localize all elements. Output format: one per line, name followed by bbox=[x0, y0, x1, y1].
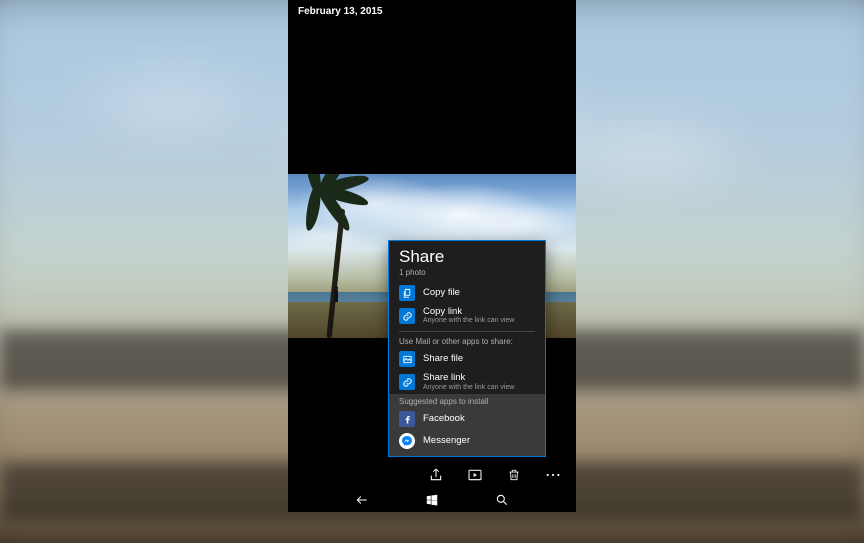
share-file-row[interactable]: Share file bbox=[389, 348, 545, 370]
share-header: Share 1 photo bbox=[389, 241, 545, 282]
photo-date: February 13, 2015 bbox=[298, 6, 383, 17]
share-link-icon bbox=[399, 374, 415, 390]
palm-tree bbox=[302, 182, 382, 338]
app-bar bbox=[288, 462, 576, 488]
copy-file-row[interactable]: Copy file bbox=[389, 282, 545, 304]
trash-icon bbox=[507, 467, 521, 483]
share-title: Share bbox=[399, 247, 535, 267]
system-nav-bar bbox=[288, 488, 576, 512]
share-button[interactable] bbox=[427, 466, 445, 484]
more-button[interactable] bbox=[544, 466, 562, 484]
copy-file-icon bbox=[399, 285, 415, 301]
apps-section-label: Use Mail or other apps to share: bbox=[389, 334, 545, 348]
messenger-row[interactable]: Messenger bbox=[389, 430, 545, 452]
search-icon bbox=[495, 493, 509, 507]
suggested-section: Suggested apps to install Facebook Messe… bbox=[389, 394, 545, 456]
ellipsis-icon bbox=[545, 473, 561, 477]
copy-link-row[interactable]: Copy link Anyone with the link can view bbox=[389, 304, 545, 328]
divider bbox=[399, 331, 535, 332]
windows-icon bbox=[425, 493, 439, 507]
share-link-label: Share link bbox=[423, 373, 535, 383]
copy-link-icon bbox=[399, 308, 415, 324]
person-silhouette bbox=[334, 290, 338, 302]
copy-file-label: Copy file bbox=[423, 288, 535, 298]
share-subtitle: 1 photo bbox=[399, 268, 535, 277]
nav-start[interactable] bbox=[423, 491, 441, 509]
back-arrow-icon bbox=[354, 493, 370, 507]
slideshow-icon bbox=[467, 467, 483, 483]
facebook-row[interactable]: Facebook bbox=[389, 408, 545, 430]
messenger-label: Messenger bbox=[423, 436, 535, 446]
delete-button[interactable] bbox=[505, 466, 523, 484]
nav-search[interactable] bbox=[493, 491, 511, 509]
share-link-row[interactable]: Share link Anyone with the link can view bbox=[389, 370, 545, 394]
copy-link-label: Copy link bbox=[423, 307, 535, 317]
copy-link-desc: Anyone with the link can view bbox=[423, 317, 535, 325]
slideshow-button[interactable] bbox=[466, 466, 484, 484]
nav-back[interactable] bbox=[353, 491, 371, 509]
title-bar: February 13, 2015 bbox=[288, 0, 576, 23]
messenger-icon bbox=[399, 433, 415, 449]
facebook-icon bbox=[399, 411, 415, 427]
suggested-label: Suggested apps to install bbox=[389, 394, 545, 408]
share-file-label: Share file bbox=[423, 354, 535, 364]
share-file-icon bbox=[399, 351, 415, 367]
share-link-desc: Anyone with the link can view bbox=[423, 384, 535, 392]
share-icon bbox=[428, 467, 444, 483]
share-panel: Share 1 photo Copy file Copy link Anyone… bbox=[388, 240, 546, 457]
facebook-label: Facebook bbox=[423, 414, 535, 424]
